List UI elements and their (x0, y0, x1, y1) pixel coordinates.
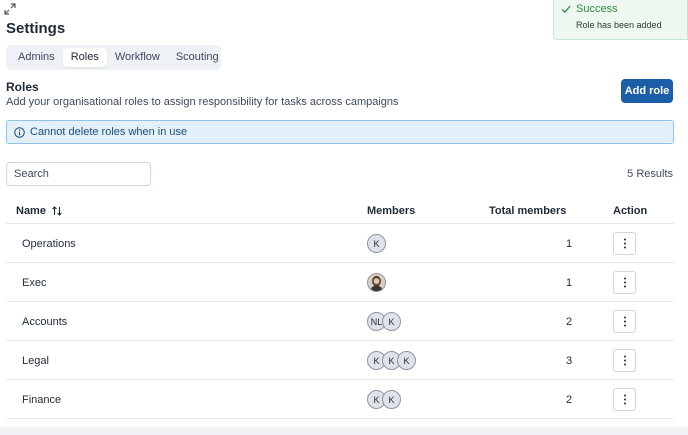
member-avatars: NL K (367, 312, 401, 331)
tab-roles[interactable]: Roles (62, 48, 107, 67)
tab-bar: Admins Roles Workflow Scouting (6, 45, 221, 70)
search-input[interactable] (6, 162, 151, 186)
horizontal-scrollbar[interactable] (0, 427, 688, 435)
avatar: K (382, 390, 401, 409)
row-action-button[interactable] (613, 271, 636, 294)
more-vertical-icon (623, 277, 626, 288)
role-name: Accounts (22, 316, 68, 328)
page-title: Settings (6, 20, 66, 37)
success-toast: Success Role has been added (553, 0, 688, 40)
avatar: K (367, 234, 386, 253)
more-vertical-icon (623, 316, 626, 327)
role-name: Finance (22, 394, 62, 406)
more-vertical-icon (623, 394, 626, 405)
role-name: Legal (22, 355, 49, 367)
table-row: Operations K 1 (6, 224, 674, 263)
more-vertical-icon (623, 355, 626, 366)
tab-admins[interactable]: Admins (10, 48, 63, 67)
member-avatars (367, 273, 386, 292)
person-photo-icon (368, 274, 385, 291)
total-members: 1 (566, 277, 573, 289)
tab-scouting[interactable]: Scouting (168, 48, 227, 67)
header-total-members: Total members (489, 205, 567, 217)
avatar-photo (367, 273, 386, 292)
role-name: Operations (22, 238, 76, 250)
section-description: Add your organisational roles to assign … (6, 96, 399, 108)
info-icon (14, 126, 25, 138)
total-members: 2 (566, 394, 573, 406)
avatar: K (382, 312, 401, 331)
table-row: Legal K K K 3 (6, 341, 674, 380)
role-name: Exec (22, 277, 47, 289)
expand-icon[interactable] (4, 3, 16, 15)
table-row: Finance K K 2 (6, 380, 674, 419)
roles-table: Name Members Total members Action Operat… (6, 196, 674, 419)
info-banner-text: Cannot delete roles when in use (30, 126, 188, 138)
total-members: 1 (566, 238, 573, 250)
toast-message: Role has been added (576, 20, 662, 30)
avatar: K (397, 351, 416, 370)
total-members: 3 (566, 355, 573, 367)
results-count: 5 Results (627, 168, 673, 180)
section-title: Roles (6, 80, 39, 94)
member-avatars: K (367, 234, 386, 253)
header-name[interactable]: Name (16, 205, 63, 217)
row-action-button[interactable] (613, 349, 636, 372)
info-banner: Cannot delete roles when in use (6, 120, 674, 144)
member-avatars: K K K (367, 351, 416, 370)
table-row: Exec 1 (6, 263, 674, 302)
more-vertical-icon (623, 238, 626, 249)
check-icon (561, 5, 571, 14)
header-name-label: Name (16, 205, 46, 217)
toast-title: Success (576, 3, 618, 15)
row-action-button[interactable] (613, 232, 636, 255)
member-avatars: K K (367, 390, 401, 409)
table-row: Accounts NL K 2 (6, 302, 674, 341)
table-header: Name Members Total members Action (6, 196, 674, 224)
header-members: Members (367, 205, 416, 217)
row-action-button[interactable] (613, 388, 636, 411)
tab-workflow[interactable]: Workflow (107, 48, 168, 67)
total-members: 2 (566, 316, 573, 328)
row-action-button[interactable] (613, 310, 636, 333)
add-role-button[interactable]: Add role (621, 79, 673, 103)
sort-icon[interactable] (51, 205, 63, 217)
header-action: Action (613, 205, 648, 217)
